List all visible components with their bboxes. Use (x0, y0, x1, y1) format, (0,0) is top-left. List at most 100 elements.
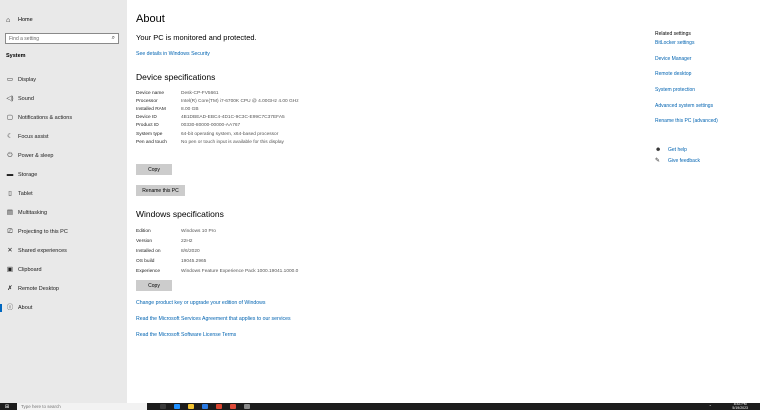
notifications-icon: ▢ (6, 113, 14, 121)
sidebar-item-label: Remote Desktop (18, 286, 59, 292)
sound-icon: ◁) (6, 94, 14, 102)
spec-key: Processor (136, 98, 158, 104)
start-button[interactable]: ⊞ (3, 403, 11, 410)
spec-key: Version (136, 238, 152, 244)
taskbar-clock[interactable]: 8:43 PM 5/19/2023 (732, 402, 748, 410)
sidebar-item-power[interactable]: ⏻ Power & sleep (6, 150, 124, 162)
store-icon[interactable] (202, 404, 208, 409)
search-icon: ⌕ (111, 35, 115, 41)
windows-specs-table: Edition Windows 10 Pro Version 22H2 Instal… (136, 226, 298, 276)
sidebar-section-title: System (6, 53, 26, 59)
sidebar-item-remote-desktop[interactable]: ✗ Remote Desktop (6, 283, 124, 295)
sidebar-item-sound[interactable]: ◁) Sound (6, 93, 124, 105)
task-view-icon[interactable] (160, 404, 166, 409)
spec-key: Installed on (136, 248, 161, 254)
get-help-link[interactable]: ☻ Get help (655, 144, 700, 155)
help-section: ☻ Get help ✎ Give feedback (655, 144, 700, 166)
system-protection-link[interactable]: System protection (655, 87, 755, 103)
file-explorer-icon[interactable] (188, 404, 194, 409)
edge-icon[interactable] (174, 404, 180, 409)
feedback-icon: ✎ (655, 158, 661, 164)
spec-value: Intel(R) Core(TM) i7-6700K CPU @ 4.00GHz… (181, 98, 299, 104)
sidebar-item-label: Tablet (18, 191, 33, 197)
spec-row: Device ID 4B1DBEAD-EBC4-4D1C-9C3C-E99C7C3… (136, 114, 299, 122)
bitlocker-settings-link[interactable]: BitLocker settings (655, 40, 755, 56)
spec-row: System type 64-bit operating system, x64-… (136, 130, 299, 138)
settings-search-input[interactable] (9, 35, 109, 42)
sidebar-item-display[interactable]: ▭ Display (6, 74, 124, 86)
spec-key: OS build (136, 258, 155, 264)
spec-row: Installed RAM 8.00 GB (136, 105, 299, 113)
spec-key: System type (136, 131, 163, 137)
advanced-system-settings-link[interactable]: Advanced system settings (655, 103, 755, 119)
sidebar-item-label: Projecting to this PC (18, 229, 68, 235)
settings-search-box[interactable]: ⌕ (5, 33, 119, 44)
about-icon: ⓘ (6, 303, 14, 311)
clipboard-icon: ▣ (6, 265, 14, 273)
sidebar-item-label: About (18, 305, 33, 311)
chrome-icon[interactable] (230, 404, 236, 409)
spec-row: OS build 19045.2965 (136, 256, 298, 266)
spec-row: Version 22H2 (136, 236, 298, 246)
sidebar-item-label: Clipboard (18, 267, 42, 273)
device-manager-link[interactable]: Device Manager (655, 56, 755, 72)
services-agreement-link[interactable]: Read the Microsoft Services Agreement th… (136, 316, 291, 322)
spec-value: Windows Feature Experience Pack 1000.190… (181, 268, 299, 274)
spec-value: Desk-CP-FV5661 (181, 90, 219, 96)
spec-key: Edition (136, 228, 151, 234)
sidebar-item-label: Focus assist (18, 134, 49, 140)
sidebar-item-label: Storage (18, 172, 38, 178)
taskbar-search-box[interactable] (17, 403, 147, 410)
clock-date: 5/19/2023 (732, 405, 748, 410)
windows-logo-icon: ⊞ (4, 403, 10, 410)
spec-value: 22H2 (181, 238, 193, 244)
spec-value: 00330-80000-00000-AA767 (181, 123, 241, 129)
sidebar-item-about[interactable]: ⓘ About (0, 302, 124, 314)
spec-key: Installed RAM (136, 106, 166, 112)
sidebar-item-label: Sound (18, 96, 34, 102)
give-feedback-label: Give feedback (668, 157, 700, 164)
sidebar-item-multitasking[interactable]: ▤ Multitasking (6, 207, 124, 219)
sidebar-item-focus-assist[interactable]: ☾ Focus assist (6, 131, 124, 143)
license-terms-link[interactable]: Read the Microsoft Software License Term… (136, 332, 236, 338)
sidebar-item-projecting[interactable]: ⎚ Projecting to this PC (6, 226, 124, 238)
device-specs-table: Device name Desk-CP-FV5661 Processor Intel… (136, 89, 299, 146)
related-settings: Related settings BitLocker settings Devi… (655, 31, 755, 134)
page-title: About (136, 13, 165, 25)
settings-gear-icon[interactable] (244, 404, 250, 409)
taskbar: ⊞ ⌃ 8:43 PM 5/19/2023 (0, 402, 760, 410)
copy-windows-specs-button[interactable]: Copy (136, 280, 172, 291)
sidebar-item-label: Notifications & actions (18, 115, 73, 121)
rename-pc-button[interactable]: Rename this PC (136, 185, 185, 196)
taskbar-search-input[interactable] (21, 404, 131, 409)
sidebar-item-tablet[interactable]: ▯ Tablet (6, 188, 124, 200)
sidebar-item-label: Shared experiences (18, 248, 67, 254)
sidebar-item-notifications[interactable]: ▢ Notifications & actions (6, 112, 124, 124)
give-feedback-link[interactable]: ✎ Give feedback (655, 155, 700, 166)
help-icon: ☻ (655, 146, 662, 153)
sidebar-item-shared-experiences[interactable]: ✕ Shared experiences (6, 245, 124, 257)
sidebar-home[interactable]: ⌂ Home (6, 15, 33, 25)
windows-security-link[interactable]: See details in Windows Security (136, 51, 210, 57)
shared-experiences-icon: ✕ (7, 246, 13, 254)
spec-value: 4B1DBEAD-EBC4-4D1C-9C3C-E99C7C37EFA5 (181, 115, 285, 121)
spec-row: Device name Desk-CP-FV5661 (136, 89, 299, 97)
spec-key: Product ID (136, 123, 159, 129)
sidebar-item-storage[interactable]: ▬ Storage (6, 169, 124, 181)
system-tray[interactable]: ⌃ (709, 404, 712, 409)
copy-device-specs-button[interactable]: Copy (136, 164, 172, 175)
multitasking-icon: ▤ (6, 208, 14, 216)
storage-icon: ▬ (6, 170, 14, 178)
spec-row: Pen and touch No pen or touch input is av… (136, 138, 299, 146)
remote-desktop-link[interactable]: Remote desktop (655, 71, 755, 87)
change-product-key-link[interactable]: Change product key or upgrade your editi… (136, 300, 265, 306)
office-icon[interactable] (216, 404, 222, 409)
spec-row: Edition Windows 10 Pro (136, 226, 298, 236)
taskbar-pinned-apps (160, 404, 250, 409)
rename-pc-advanced-link[interactable]: Rename this PC (advanced) (655, 118, 755, 134)
spec-value: No pen or touch input is available for t… (181, 139, 284, 145)
spec-value: Windows 10 Pro (181, 228, 216, 234)
sidebar-item-clipboard[interactable]: ▣ Clipboard (6, 264, 124, 276)
spec-key: Device name (136, 90, 164, 96)
tray-chevron-icon: ⌃ (708, 404, 712, 409)
